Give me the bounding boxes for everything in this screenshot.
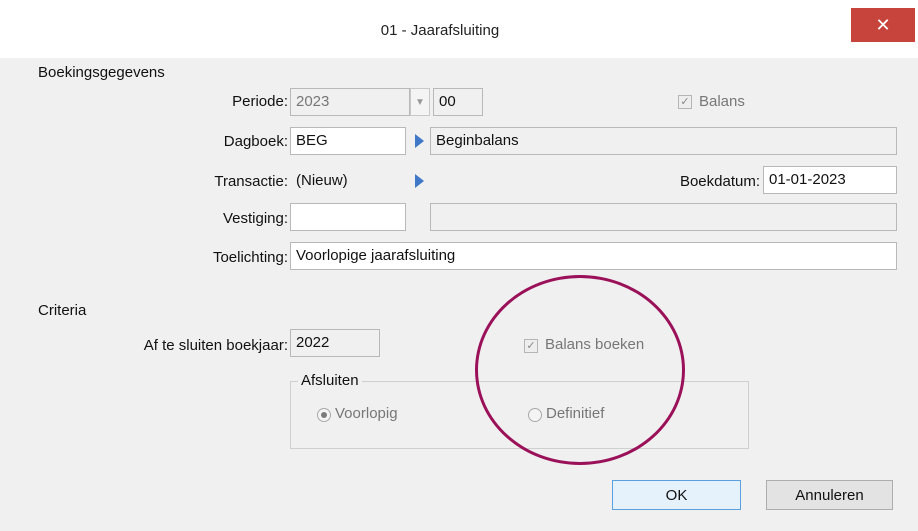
transactie-field[interactable]: (Nieuw) (290, 167, 406, 195)
vestiging-code-input[interactable] (290, 203, 406, 231)
voorlopig-label: Voorlopig (335, 405, 398, 422)
transactie-label: Transactie: (214, 173, 288, 190)
title-bar: 01 - Jaarafsluiting ✕ (0, 0, 918, 58)
vestiging-label: Vestiging: (222, 210, 288, 227)
close-icon: ✕ (875, 14, 891, 35)
toelichting-input[interactable]: Voorlopige jaarafsluiting (290, 242, 897, 270)
periode-label: Periode: (232, 93, 288, 110)
balans-boeken-checkbox[interactable]: ✓ (524, 339, 538, 353)
periode-dropdown-button[interactable]: ▼ (410, 88, 430, 116)
voorlopig-radio[interactable] (317, 408, 331, 422)
boekdatum-label: Boekdatum: (679, 173, 760, 190)
boekjaar-label: Af te sluiten boekjaar: (143, 337, 288, 354)
dagboek-label: Dagboek: (223, 133, 288, 150)
boekjaar-field[interactable]: 2022 (290, 329, 380, 357)
chevron-down-icon: ▼ (415, 96, 425, 108)
periode-period-field[interactable]: 00 (433, 88, 483, 116)
close-button[interactable]: ✕ (851, 8, 915, 42)
ok-button[interactable]: OK (612, 480, 741, 510)
periode-year-select[interactable]: 2023 (290, 88, 410, 116)
balans-label: Balans (699, 93, 745, 110)
section-heading-criteria: Criteria (38, 302, 87, 319)
definitief-radio[interactable] (528, 408, 542, 422)
transactie-lookup-arrow-icon[interactable] (415, 174, 424, 188)
afsluiten-legend: Afsluiten (298, 372, 362, 389)
dagboek-code-input[interactable]: BEG (290, 127, 406, 155)
radio-selected-dot (321, 412, 327, 418)
dagboek-lookup-arrow-icon[interactable] (415, 134, 424, 148)
toelichting-label: Toelichting: (212, 249, 288, 266)
balans-checkbox[interactable]: ✓ (678, 95, 692, 109)
dialog-body: Boekingsgegevens Periode: 2023 ▼ 00 ✓ Ba… (8, 58, 910, 531)
cancel-button[interactable]: Annuleren (766, 480, 893, 510)
balans-boeken-label: Balans boeken (545, 336, 645, 353)
boekdatum-input[interactable]: 01-01-2023 (763, 166, 897, 194)
vestiging-description-field (430, 203, 897, 231)
window-title: 01 - Jaarafsluiting (380, 22, 500, 39)
definitief-label: Definitief (546, 405, 605, 422)
section-heading-boekingsgegevens: Boekingsgegevens (38, 64, 165, 81)
dagboek-description-field: Beginbalans (430, 127, 897, 155)
